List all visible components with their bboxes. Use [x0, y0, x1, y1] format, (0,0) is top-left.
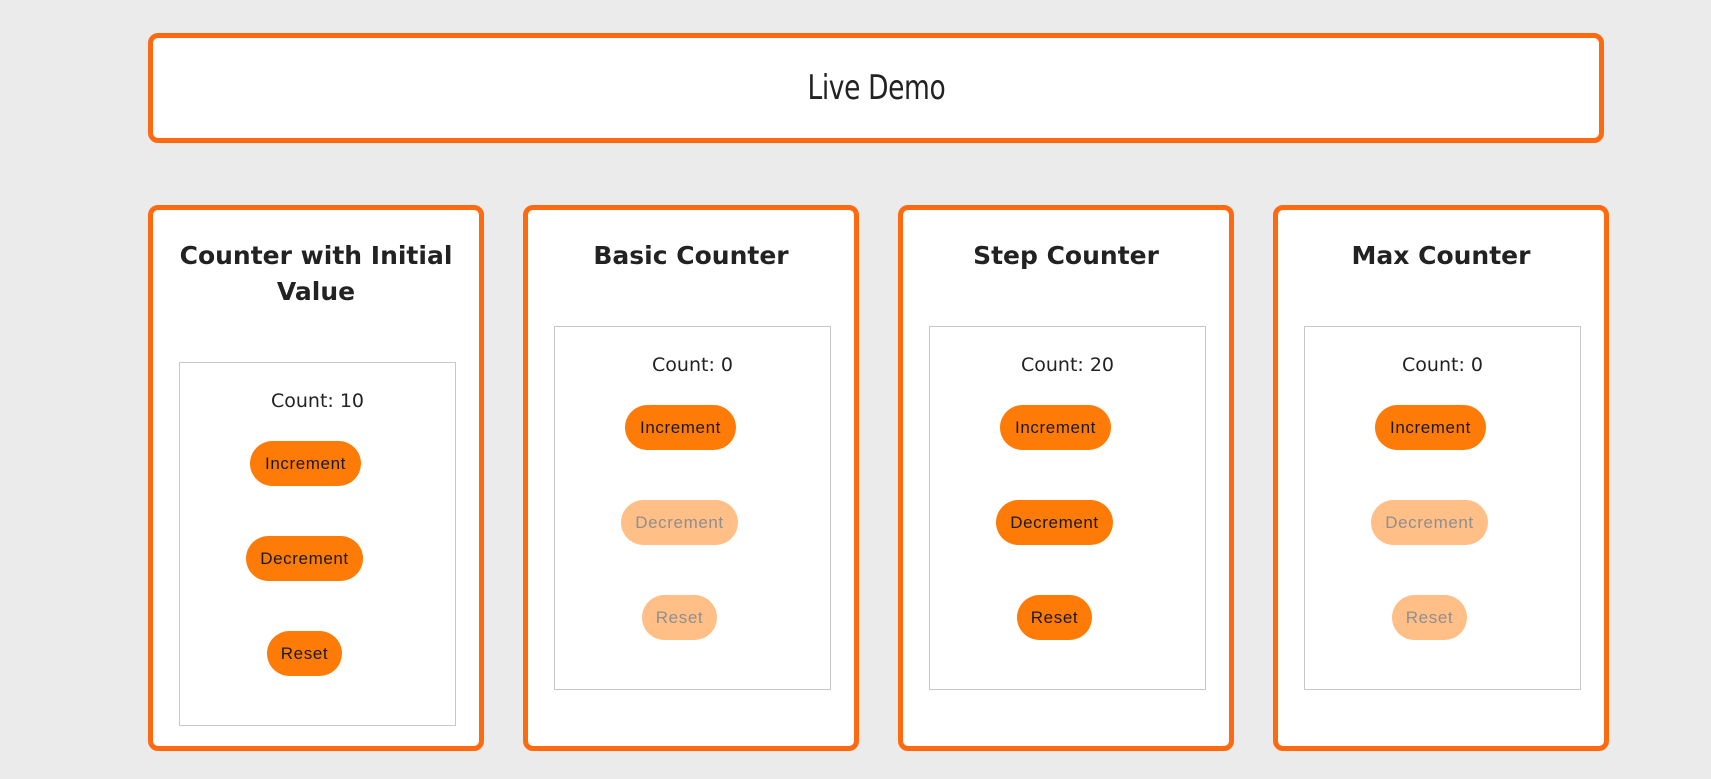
decrement-button[interactable]: Decrement — [1371, 500, 1488, 545]
counter-card-step: Step Counter Count: 20 Increment Decreme… — [898, 205, 1234, 751]
counter-widget: Count: 10 Increment Decrement Reset — [179, 362, 456, 726]
counter-card-max: Max Counter Count: 0 Increment Decrement… — [1273, 205, 1609, 751]
card-title: Max Counter — [1351, 241, 1531, 270]
counter-widget: Count: 0 Increment Decrement Reset — [554, 326, 831, 690]
count-display: Count: 20 — [1020, 354, 1115, 376]
counter-card-initial-value: Counter with Initial Value Count: 10 Inc… — [148, 205, 484, 751]
counter-widget: Count: 0 Increment Decrement Reset — [1304, 326, 1581, 690]
reset-button[interactable]: Reset — [642, 595, 717, 640]
reset-button[interactable]: Reset — [1017, 595, 1092, 640]
page-title: Live Demo — [807, 68, 945, 108]
counter-widget: Count: 20 Increment Decrement Reset — [929, 326, 1206, 690]
increment-button[interactable]: Increment — [1000, 405, 1111, 450]
reset-button[interactable]: Reset — [267, 631, 342, 676]
card-title: Step Counter — [973, 241, 1159, 270]
increment-button[interactable]: Increment — [250, 441, 361, 486]
counter-card-basic: Basic Counter Count: 0 Increment Decreme… — [523, 205, 859, 751]
increment-button[interactable]: Increment — [625, 405, 736, 450]
card-title: Basic Counter — [593, 241, 789, 270]
decrement-button[interactable]: Decrement — [996, 500, 1113, 545]
decrement-button[interactable]: Decrement — [621, 500, 738, 545]
decrement-button[interactable]: Decrement — [246, 536, 363, 581]
reset-button[interactable]: Reset — [1392, 595, 1467, 640]
count-display: Count: 0 — [652, 354, 733, 376]
count-display: Count: 10 — [270, 390, 365, 412]
count-display: Count: 0 — [1402, 354, 1483, 376]
card-title: Counter with Initial Value — [179, 241, 453, 306]
live-demo-header: Live Demo — [148, 33, 1604, 143]
increment-button[interactable]: Increment — [1375, 405, 1486, 450]
